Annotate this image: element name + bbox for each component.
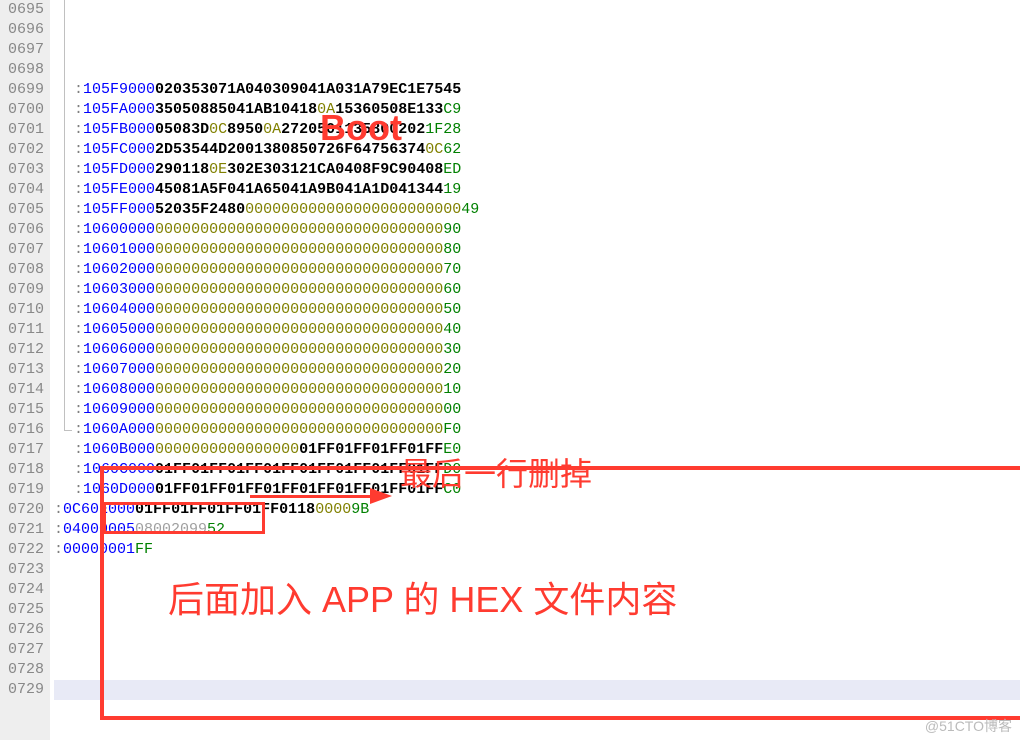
code-line[interactable]: :105FC0002D53544D2001380850726F647563740… <box>54 140 1020 160</box>
line-number: 0728 <box>2 660 44 680</box>
line-number: 0717 <box>2 440 44 460</box>
code-line[interactable] <box>54 660 1020 680</box>
code-line[interactable] <box>54 600 1020 620</box>
code-line[interactable]: :106030000000000000000000000000000000000… <box>54 280 1020 300</box>
line-number: 0714 <box>2 380 44 400</box>
code-line[interactable]: :105FA00035050885041AB104180A15360508E13… <box>54 100 1020 120</box>
line-number: 0722 <box>2 540 44 560</box>
code-line[interactable]: :1060C00001FF01FF01FF01FF01FF01FF01FF01F… <box>54 460 1020 480</box>
line-number-gutter: 0695069606970698069907000701070207030704… <box>0 0 50 740</box>
code-line[interactable]: :1060B000000000000000000001FF01FF01FF01F… <box>54 440 1020 460</box>
code-line[interactable]: :105FB00005083D0C89500A27205011358002021… <box>54 120 1020 140</box>
watermark: @51CTO博客 <box>925 716 1012 736</box>
code-line[interactable]: :040000050800209952 <box>54 520 1020 540</box>
line-number: 0715 <box>2 400 44 420</box>
line-number: 0705 <box>2 200 44 220</box>
line-number: 0713 <box>2 360 44 380</box>
line-number: 0712 <box>2 340 44 360</box>
code-line[interactable]: :00000001FF <box>54 540 1020 560</box>
code-line[interactable]: :1060A0000000000000000000000000000000000… <box>54 420 1020 440</box>
code-line[interactable]: :106090000000000000000000000000000000000… <box>54 400 1020 420</box>
line-number: 0719 <box>2 480 44 500</box>
code-line[interactable]: :106040000000000000000000000000000000000… <box>54 300 1020 320</box>
line-number: 0703 <box>2 160 44 180</box>
line-number: 0723 <box>2 560 44 580</box>
line-number: 0711 <box>2 320 44 340</box>
code-line[interactable]: :105FD0002901180E302E303121CA0408F9C9040… <box>54 160 1020 180</box>
code-line[interactable]: :1060D00001FF01FF01FF01FF01FF01FF01FF01F… <box>54 480 1020 500</box>
code-line[interactable]: :105F9000020353071A040309041A031A79EC1E7… <box>54 80 1020 100</box>
code-line[interactable] <box>54 620 1020 640</box>
line-number: 0721 <box>2 520 44 540</box>
line-number: 0698 <box>2 60 44 80</box>
code-line[interactable]: :105FE00045081A5F041A65041A9B041A1D04134… <box>54 180 1020 200</box>
code-line[interactable]: :0C60E00001FF01FF01FF01FF011800009B <box>54 500 1020 520</box>
line-number: 0729 <box>2 680 44 700</box>
line-number: 0718 <box>2 460 44 480</box>
line-number: 0724 <box>2 580 44 600</box>
line-number: 0697 <box>2 40 44 60</box>
code-line[interactable] <box>54 640 1020 660</box>
line-number: 0726 <box>2 620 44 640</box>
code-line[interactable]: :106020000000000000000000000000000000000… <box>54 260 1020 280</box>
line-number: 0696 <box>2 20 44 40</box>
line-number: 0716 <box>2 420 44 440</box>
line-number: 0720 <box>2 500 44 520</box>
line-number: 0710 <box>2 300 44 320</box>
line-number: 0707 <box>2 240 44 260</box>
code-line[interactable]: :106080000000000000000000000000000000000… <box>54 380 1020 400</box>
line-number: 0725 <box>2 600 44 620</box>
code-line[interactable]: :106010000000000000000000000000000000000… <box>54 240 1020 260</box>
line-number: 0702 <box>2 140 44 160</box>
code-line[interactable] <box>54 700 1020 720</box>
line-number: 0700 <box>2 100 44 120</box>
line-number: 0727 <box>2 640 44 660</box>
code-editor: 0695069606970698069907000701070207030704… <box>0 0 1020 740</box>
code-line[interactable]: :106050000000000000000000000000000000000… <box>54 320 1020 340</box>
code-line[interactable] <box>54 580 1020 600</box>
code-line[interactable]: :105FF00052035F2480000000000000000000000… <box>54 200 1020 220</box>
line-number: 0695 <box>2 0 44 20</box>
line-number: 0708 <box>2 260 44 280</box>
code-line[interactable] <box>54 720 1020 740</box>
line-number: 0701 <box>2 120 44 140</box>
code-line[interactable]: :106070000000000000000000000000000000000… <box>54 360 1020 380</box>
line-number: 0704 <box>2 180 44 200</box>
line-number: 0699 <box>2 80 44 100</box>
code-line[interactable] <box>54 560 1020 580</box>
line-number: 0706 <box>2 220 44 240</box>
code-line[interactable]: :106000000000000000000000000000000000000… <box>54 220 1020 240</box>
line-number: 0709 <box>2 280 44 300</box>
code-line[interactable]: :106060000000000000000000000000000000000… <box>54 340 1020 360</box>
code-area[interactable]: :105F9000020353071A040309041A031A79EC1E7… <box>50 0 1020 740</box>
code-line[interactable] <box>54 680 1020 700</box>
